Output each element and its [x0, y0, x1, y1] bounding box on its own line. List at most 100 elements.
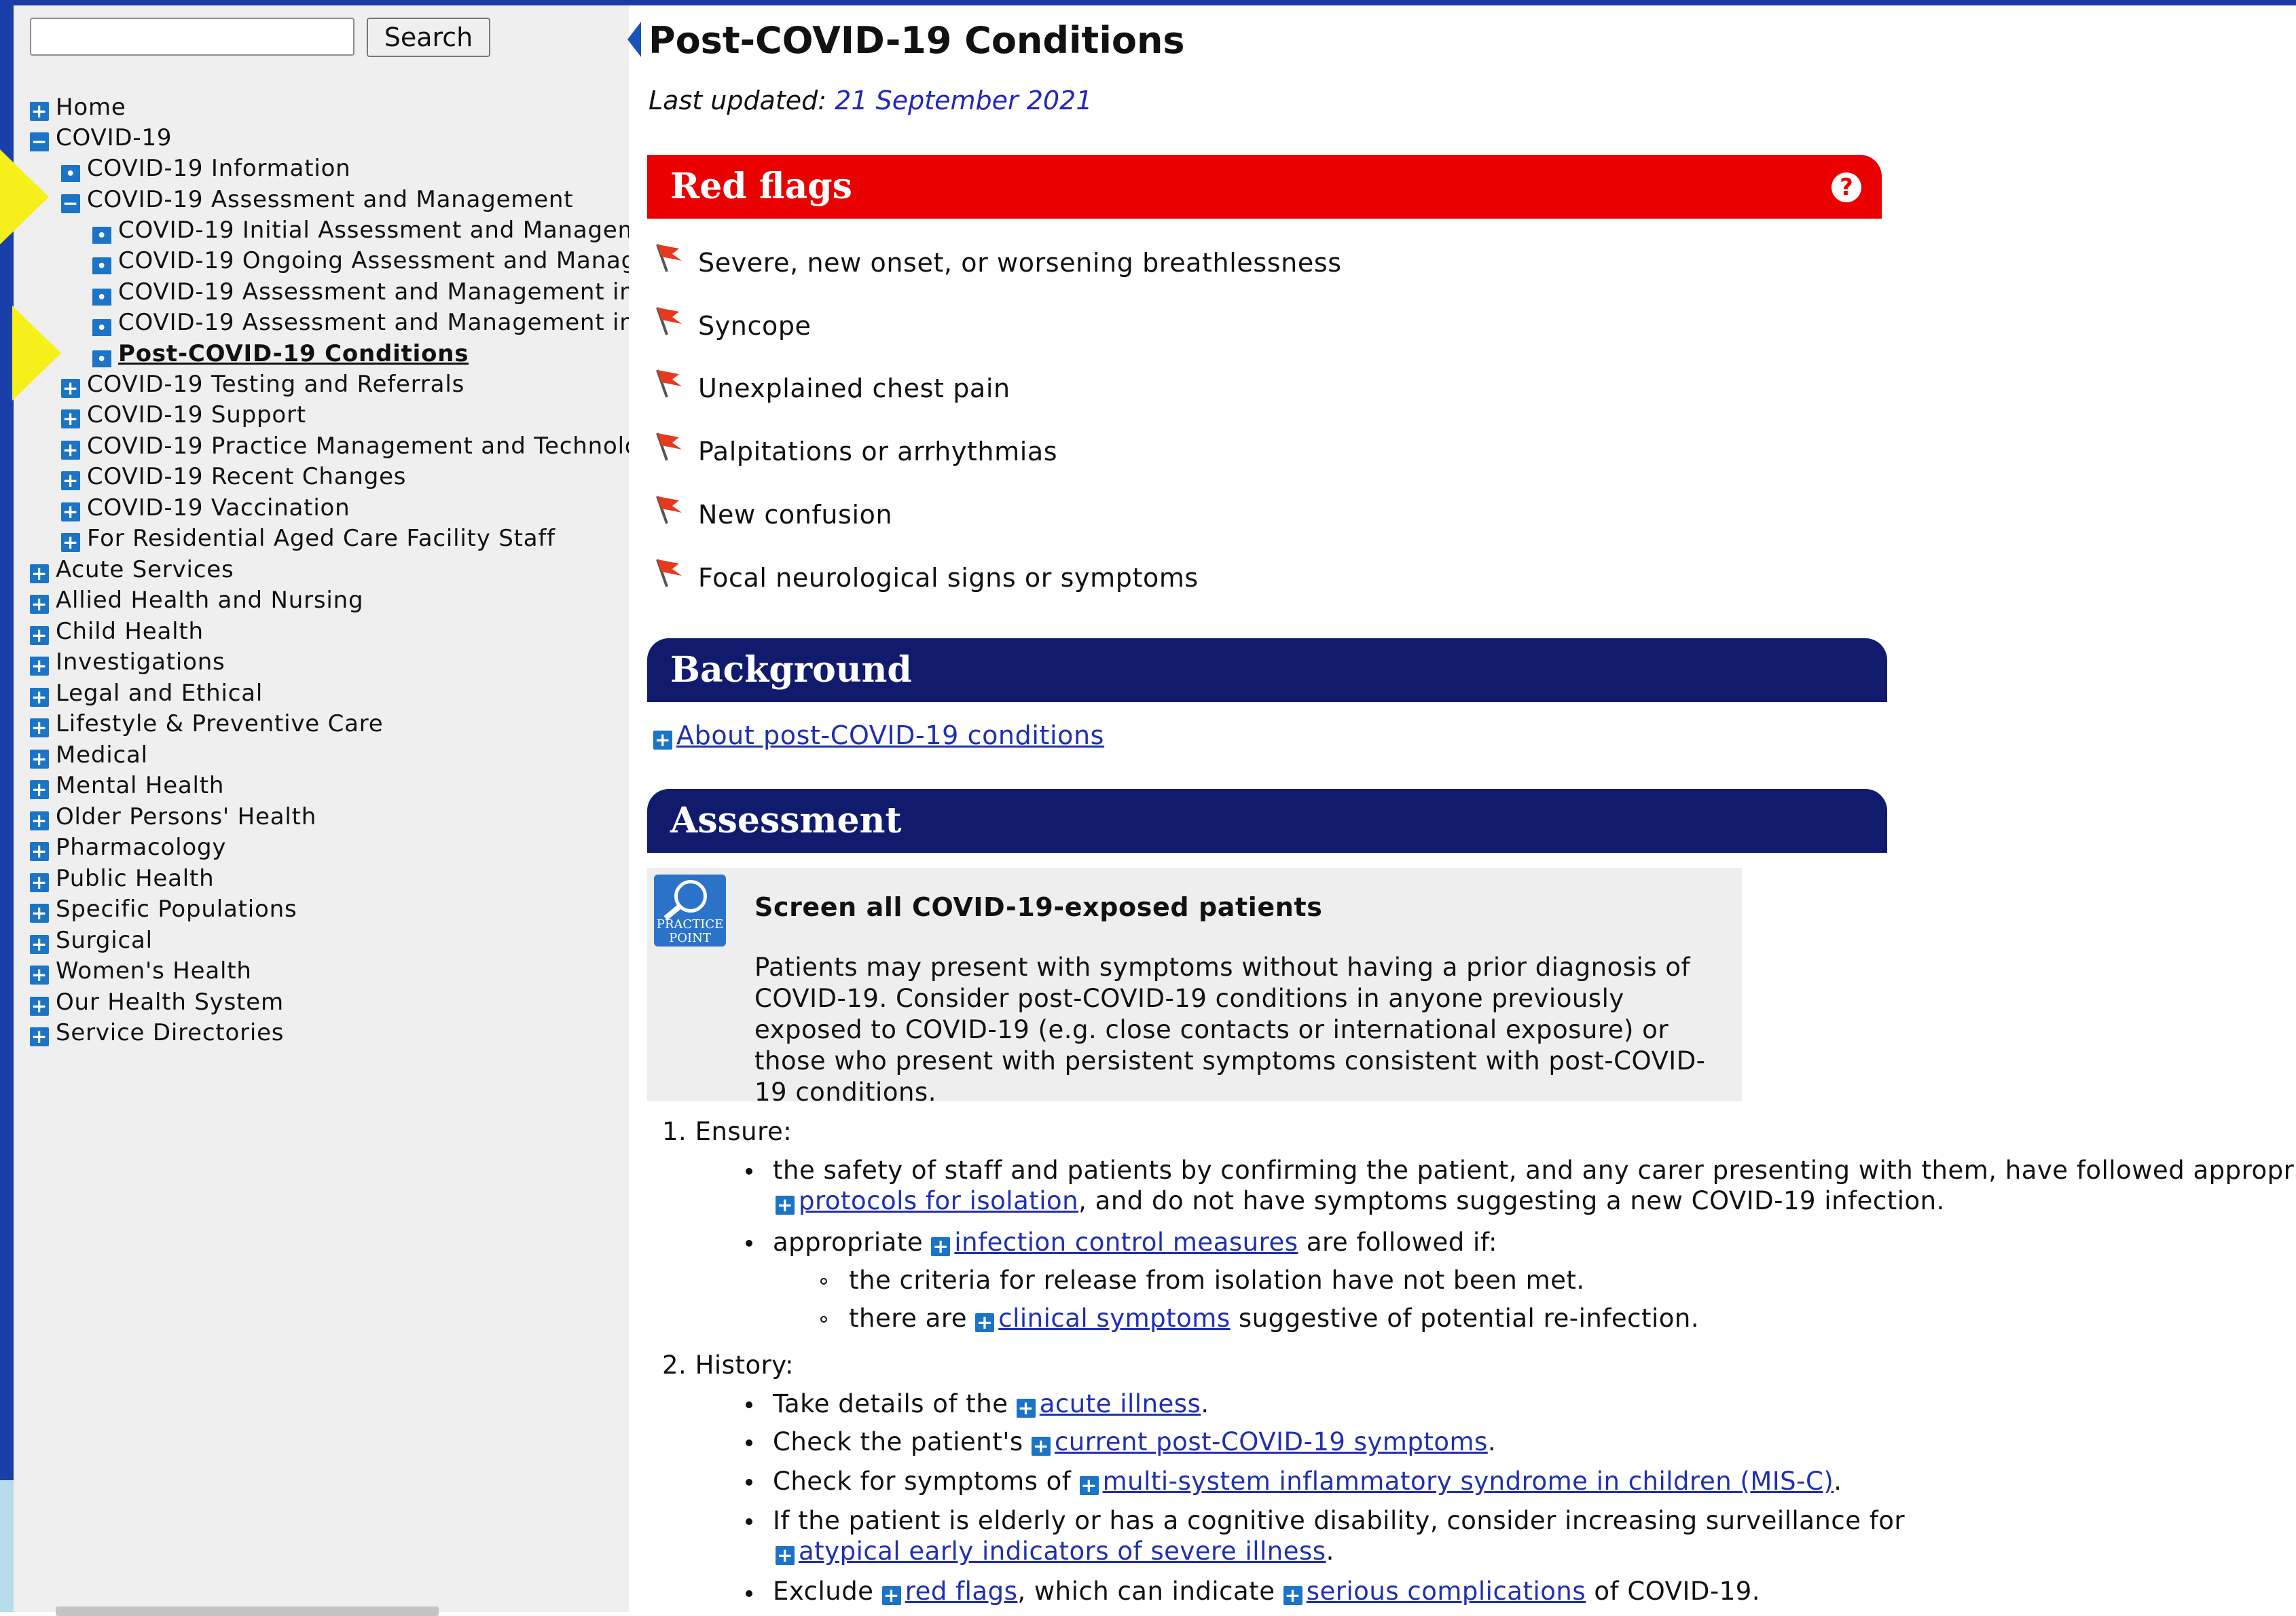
background-header[interactable]: Background	[647, 638, 1887, 702]
expand-icon[interactable]: +	[30, 718, 49, 737]
tree-item-allied-health[interactable]: + Allied Health and Nursing	[30, 587, 363, 614]
navigation-tree: + Home − COVID-19 • COVID-19 Information − C…	[14, 5, 629, 1092]
tree-item-assessment-in-1[interactable]: • COVID-19 Assessment and Management in	[92, 278, 629, 306]
expand-icon[interactable]: +	[61, 471, 80, 490]
expand-icon[interactable]: +	[30, 811, 49, 830]
expand-icon[interactable]: +	[30, 564, 49, 583]
current-symptoms-link[interactable]: current post-COVID-19 symptoms	[1055, 1427, 1488, 1456]
expand-icon[interactable]: +	[1016, 1399, 1036, 1418]
background-heading: Background	[670, 649, 912, 691]
tree-item-pharmacology[interactable]: + Pharmacology	[30, 834, 226, 861]
tree-item-practice-management[interactable]: + COVID-19 Practice Management and Techno…	[61, 433, 629, 460]
tree-item-post-covid-conditions[interactable]: • Post-COVID-19 Conditions	[92, 340, 469, 367]
tree-item-surgical[interactable]: + Surgical	[30, 927, 153, 954]
expand-icon[interactable]: +	[776, 1546, 795, 1565]
infection-control-link[interactable]: infection control measures	[954, 1228, 1298, 1257]
help-icon[interactable]: ?	[1832, 172, 1861, 202]
expand-icon[interactable]: +	[30, 904, 49, 923]
tree-item-our-health-system[interactable]: + Our Health System	[30, 989, 284, 1016]
expand-icon[interactable]: +	[30, 966, 49, 985]
expand-icon[interactable]: +	[30, 102, 49, 121]
tree-item-label: Legal and Ethical	[56, 680, 263, 707]
expand-icon[interactable]: +	[30, 780, 49, 799]
expand-icon[interactable]: +	[30, 1027, 49, 1046]
tree-item-assessment-management[interactable]: − COVID-19 Assessment and Management	[61, 186, 573, 213]
expand-icon[interactable]: +	[30, 935, 49, 954]
expand-icon[interactable]: +	[30, 688, 49, 707]
tree-item-label: Surgical	[56, 927, 153, 954]
expand-icon[interactable]: +	[30, 873, 49, 892]
expand-icon[interactable]: +	[1079, 1476, 1099, 1495]
tree-item-womens-health[interactable]: + Women's Health	[30, 957, 252, 985]
acute-illness-link[interactable]: acute illness	[1040, 1389, 1201, 1418]
tree-item-covid-information[interactable]: • COVID-19 Information	[61, 155, 351, 182]
tree-item-label: COVID-19 Information	[87, 155, 351, 182]
tree-item-covid-19[interactable]: − COVID-19	[30, 124, 172, 151]
assessment-header[interactable]: Assessment	[647, 789, 1887, 853]
step-2-bullet-2-text: Check the patient's	[773, 1427, 1023, 1456]
expand-icon[interactable]: +	[975, 1313, 995, 1332]
protocols-for-isolation-link[interactable]: protocols for isolation	[799, 1186, 1078, 1215]
expand-icon[interactable]: +	[61, 409, 80, 428]
serious-complications-link[interactable]: serious complications	[1307, 1577, 1586, 1606]
punctuation: .	[1201, 1389, 1209, 1418]
clinical-symptoms-link[interactable]: clinical symptoms	[998, 1304, 1230, 1333]
tree-item-testing-referrals[interactable]: + COVID-19 Testing and Referrals	[61, 371, 464, 398]
step-1-sub-2-end: suggestive of potential re-infection.	[1238, 1304, 1700, 1333]
expand-icon[interactable]: +	[30, 842, 49, 861]
expand-icon[interactable]: +	[30, 626, 49, 645]
red-flag-text: Unexplained chest pain	[698, 373, 1010, 403]
expand-icon[interactable]: +	[931, 1237, 951, 1256]
expand-icon[interactable]: +	[61, 379, 80, 398]
tree-item-mental-health[interactable]: + Mental Health	[30, 772, 224, 799]
last-updated: Last updated: 21 September 2021	[649, 86, 1092, 115]
red-flags-link[interactable]: red flags	[905, 1577, 1018, 1606]
tree-item-initial-assessment[interactable]: • COVID-19 Initial Assessment and Managem…	[92, 217, 629, 244]
expand-icon[interactable]: +	[61, 502, 80, 521]
red-flags-header[interactable]: Red flags ?	[647, 155, 1882, 219]
tree-item-residential-aged-care[interactable]: + For Residential Aged Care Facility Staf…	[61, 525, 555, 552]
atypical-indicators-link[interactable]: atypical early indicators of severe illn…	[799, 1537, 1326, 1566]
tree-item-service-directories[interactable]: + Service Directories	[30, 1019, 284, 1046]
tree-item-acute-services[interactable]: + Acute Services	[30, 556, 234, 583]
expand-icon[interactable]: +	[1031, 1437, 1051, 1456]
tree-item-child-health[interactable]: + Child Health	[30, 618, 204, 645]
expand-icon[interactable]: +	[61, 441, 80, 460]
red-flag-icon	[656, 433, 682, 461]
tree-item-older-persons[interactable]: + Older Persons' Health	[30, 803, 316, 830]
tree-item-medical[interactable]: + Medical	[30, 741, 148, 769]
expand-icon[interactable]: +	[30, 750, 49, 769]
tree-item-label: COVID-19 Testing and Referrals	[87, 371, 465, 398]
tree-item-assessment-in-2[interactable]: • COVID-19 Assessment and Management in	[92, 309, 629, 336]
expand-icon[interactable]: +	[30, 595, 49, 614]
expand-icon[interactable]: +	[1283, 1586, 1302, 1605]
red-flag-icon	[656, 369, 682, 398]
bullet-icon	[746, 1439, 752, 1446]
tree-item-lifestyle[interactable]: + Lifestyle & Preventive Care	[30, 710, 384, 737]
sidebar-horizontal-scrollbar[interactable]	[56, 1606, 439, 1616]
expand-icon[interactable]: +	[881, 1586, 901, 1605]
tree-item-specific-populations[interactable]: + Specific Populations	[30, 896, 297, 923]
bullet-icon	[746, 1168, 752, 1175]
tree-item-legal-ethical[interactable]: + Legal and Ethical	[30, 680, 263, 707]
tree-item-public-health[interactable]: + Public Health	[30, 865, 214, 892]
tree-item-vaccination[interactable]: + COVID-19 Vaccination	[61, 494, 350, 521]
tree-item-label: Our Health System	[56, 989, 284, 1016]
collapse-icon[interactable]: −	[61, 194, 80, 213]
mis-c-link[interactable]: multi-system inflammatory syndrome in ch…	[1103, 1467, 1834, 1496]
expand-icon[interactable]: +	[776, 1196, 795, 1215]
about-post-covid-link[interactable]: + About post-COVID-19 conditions	[653, 718, 1104, 752]
tree-item-investigations[interactable]: + Investigations	[30, 648, 225, 676]
tree-item-ongoing-assessment[interactable]: • COVID-19 Ongoing Assessment and Managem…	[92, 247, 629, 274]
expand-icon[interactable]: +	[30, 997, 49, 1016]
link-text[interactable]: About post-COVID-19 conditions	[676, 720, 1104, 750]
expand-icon[interactable]: +	[30, 657, 49, 676]
tree-item-recent-changes[interactable]: + COVID-19 Recent Changes	[61, 463, 406, 490]
collapse-sidebar-icon[interactable]	[627, 22, 641, 57]
tree-item-home[interactable]: + Home	[30, 94, 126, 121]
tree-item-support[interactable]: + COVID-19 Support	[61, 401, 306, 428]
collapse-icon[interactable]: −	[30, 132, 49, 151]
expand-icon[interactable]: +	[61, 533, 80, 552]
step-2-bullet-5: Exclude + red flags, which can indicate +…	[773, 1576, 1760, 1607]
expand-icon[interactable]: +	[653, 731, 672, 750]
